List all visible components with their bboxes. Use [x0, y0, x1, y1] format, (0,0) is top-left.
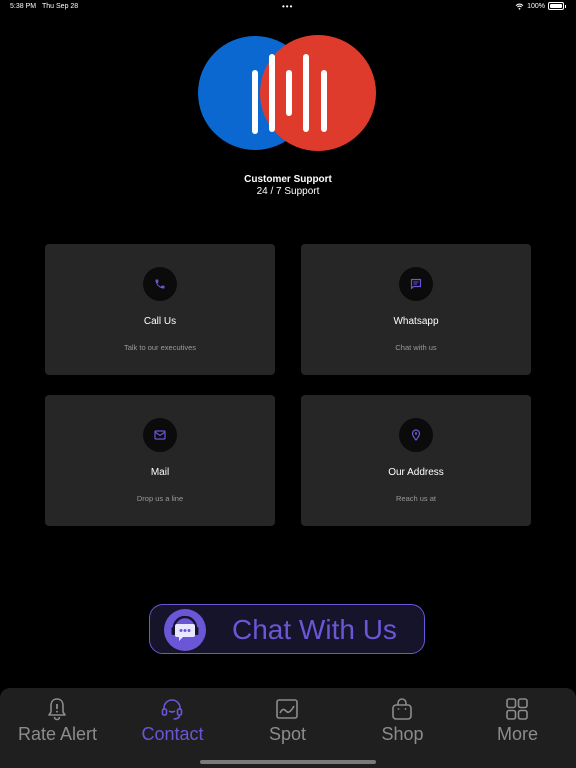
card-title: Our Address [388, 467, 444, 478]
tab-label: Rate Alert [17, 724, 98, 744]
status-bar: 5:38 PM Thu Sep 28 ••• 100% [0, 0, 576, 16]
tab-label: Contact [141, 724, 204, 744]
chat-with-us-button[interactable]: Chat With Us [149, 604, 425, 654]
card-title: Call Us [143, 316, 177, 327]
logo-red-circle [260, 35, 376, 151]
mail-card[interactable]: Mail Drop us a line [45, 395, 275, 526]
tab-bar: Rate Alert Contact Spot Shop More [0, 688, 576, 768]
battery-icon [548, 2, 564, 10]
card-subtitle: Talk to our executives [123, 343, 197, 352]
mail-icon [143, 418, 177, 452]
tab-shop[interactable]: Shop [345, 688, 460, 768]
phone-icon [143, 267, 177, 301]
card-subtitle: Chat with us [395, 343, 437, 352]
tab-label: More [496, 724, 538, 744]
address-card[interactable]: Our Address Reach us at [301, 395, 531, 526]
tab-more[interactable]: More [460, 688, 575, 768]
message-icon [399, 267, 433, 301]
location-pin-icon [399, 418, 433, 452]
tab-label: Shop [381, 724, 424, 744]
chat-support-icon [164, 609, 206, 651]
whatsapp-card[interactable]: Whatsapp Chat with us [301, 244, 531, 375]
brand-logo [198, 35, 376, 151]
battery-percent: 100% [527, 2, 545, 10]
call-us-card[interactable]: Call Us Talk to our executives [45, 244, 275, 375]
headset-icon [161, 699, 183, 720]
status-date: Thu Sep 28 [42, 3, 79, 10]
bell-alert-icon [48, 698, 66, 721]
page-subtitle: 24 / 7 Support [256, 186, 320, 197]
page-title: Customer Support [244, 174, 332, 185]
status-right: 100% [515, 2, 566, 10]
status-time: 5:38 PM [10, 3, 37, 10]
tab-rate-alert[interactable]: Rate Alert [0, 688, 115, 768]
card-subtitle: Reach us at [395, 494, 437, 503]
shopping-bag-icon [392, 698, 412, 720]
wifi-icon [515, 3, 524, 10]
battery-nub [565, 4, 566, 8]
tab-spot[interactable]: Spot [230, 688, 345, 768]
tab-label: Spot [268, 724, 307, 744]
card-title: Whatsapp [393, 316, 439, 327]
chart-icon [276, 699, 298, 719]
multitasking-dots[interactable]: ••• [282, 2, 293, 11]
grid-icon [506, 698, 528, 720]
card-title: Mail [150, 467, 170, 478]
chat-button-label: Chat With Us [232, 614, 397, 645]
card-subtitle: Drop us a line [136, 494, 184, 503]
tab-contact[interactable]: Contact [115, 688, 230, 768]
home-indicator[interactable] [200, 760, 376, 764]
